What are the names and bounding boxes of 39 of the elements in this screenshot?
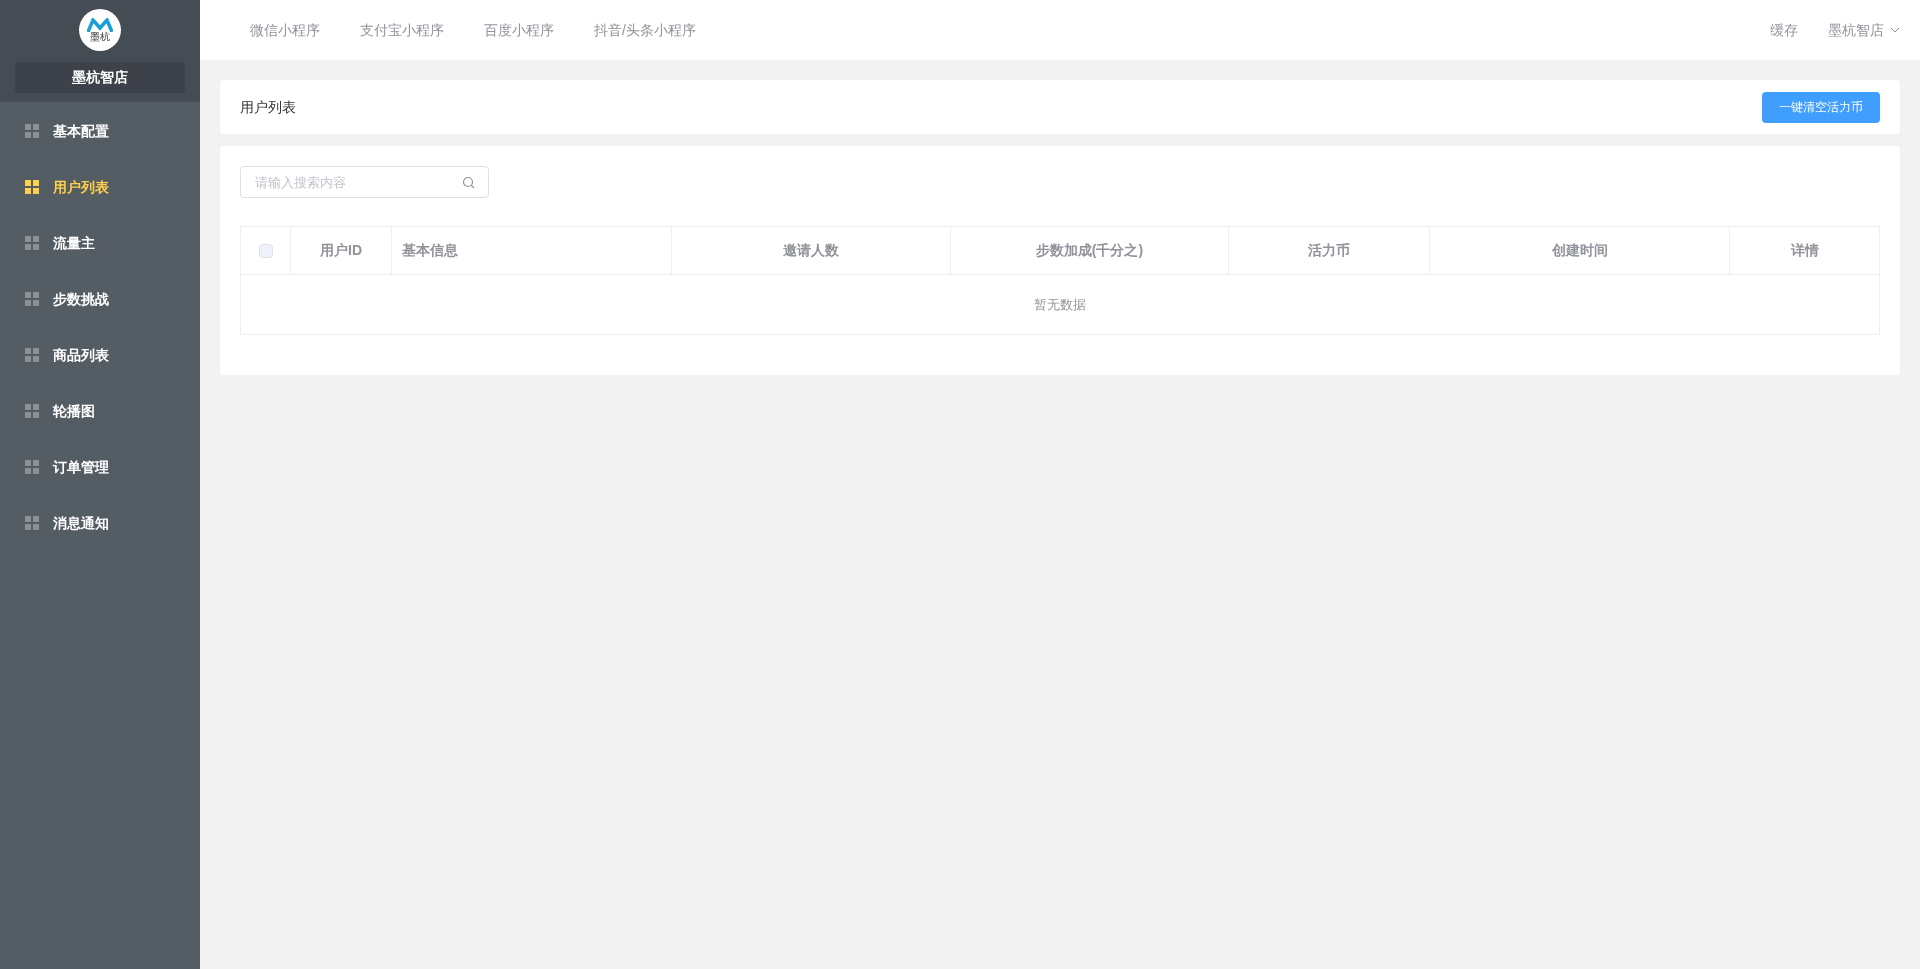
nav-tab[interactable]: 百度小程序 — [484, 19, 554, 41]
sidebar-item[interactable]: 商品列表 — [0, 327, 200, 383]
search-field[interactable]: 请输入搜索内容 — [240, 166, 489, 198]
column-header: 创建时间 — [1551, 241, 1608, 260]
cache-link[interactable]: 缓存 — [1770, 19, 1798, 41]
column-header: 详情 — [1790, 241, 1819, 260]
store-name: 墨杭智店 — [15, 62, 185, 93]
user-menu[interactable]: 墨杭智店 — [1828, 19, 1900, 41]
column-header: 基本信息 — [402, 241, 458, 260]
grid-icon — [25, 516, 39, 530]
grid-icon — [25, 180, 39, 194]
column-header: 活力币 — [1308, 241, 1350, 260]
grid-icon — [25, 348, 39, 362]
clear-coins-button[interactable]: 一键清空活力币 — [1762, 91, 1880, 123]
nav-tab[interactable]: 抖音/头条小程序 — [594, 19, 696, 41]
select-all-checkbox[interactable] — [258, 243, 273, 258]
grid-icon — [25, 460, 39, 474]
sidebar-item[interactable]: 消息通知 — [0, 495, 200, 551]
sidebar-item[interactable]: 用户列表 — [0, 159, 200, 215]
grid-icon — [25, 292, 39, 306]
sidebar-item[interactable]: 流量主 — [0, 215, 200, 271]
nav-tab[interactable]: 支付宝小程序 — [360, 19, 444, 41]
page-title: 用户列表 — [240, 97, 296, 117]
column-header: 用户ID — [320, 241, 362, 260]
sidebar-item[interactable]: 步数挑战 — [0, 271, 200, 327]
column-header: 邀请人数 — [783, 241, 839, 260]
sidebar-item[interactable]: 轮播图 — [0, 383, 200, 439]
search-icon — [462, 176, 475, 189]
chevron-down-icon — [1890, 27, 1900, 33]
sidebar-item[interactable]: 基本配置 — [0, 103, 200, 159]
grid-icon — [25, 124, 39, 138]
nav-tab[interactable]: 微信小程序 — [250, 19, 320, 41]
logo-mark-icon — [87, 18, 113, 32]
grid-icon — [25, 404, 39, 418]
column-header: 步数加成(千分之) — [1035, 241, 1144, 260]
empty-text: 暂无数据 — [1034, 295, 1086, 314]
logo-text: 墨杭 — [90, 32, 110, 42]
sidebar-item[interactable]: 订单管理 — [0, 439, 200, 495]
grid-icon — [25, 236, 39, 250]
